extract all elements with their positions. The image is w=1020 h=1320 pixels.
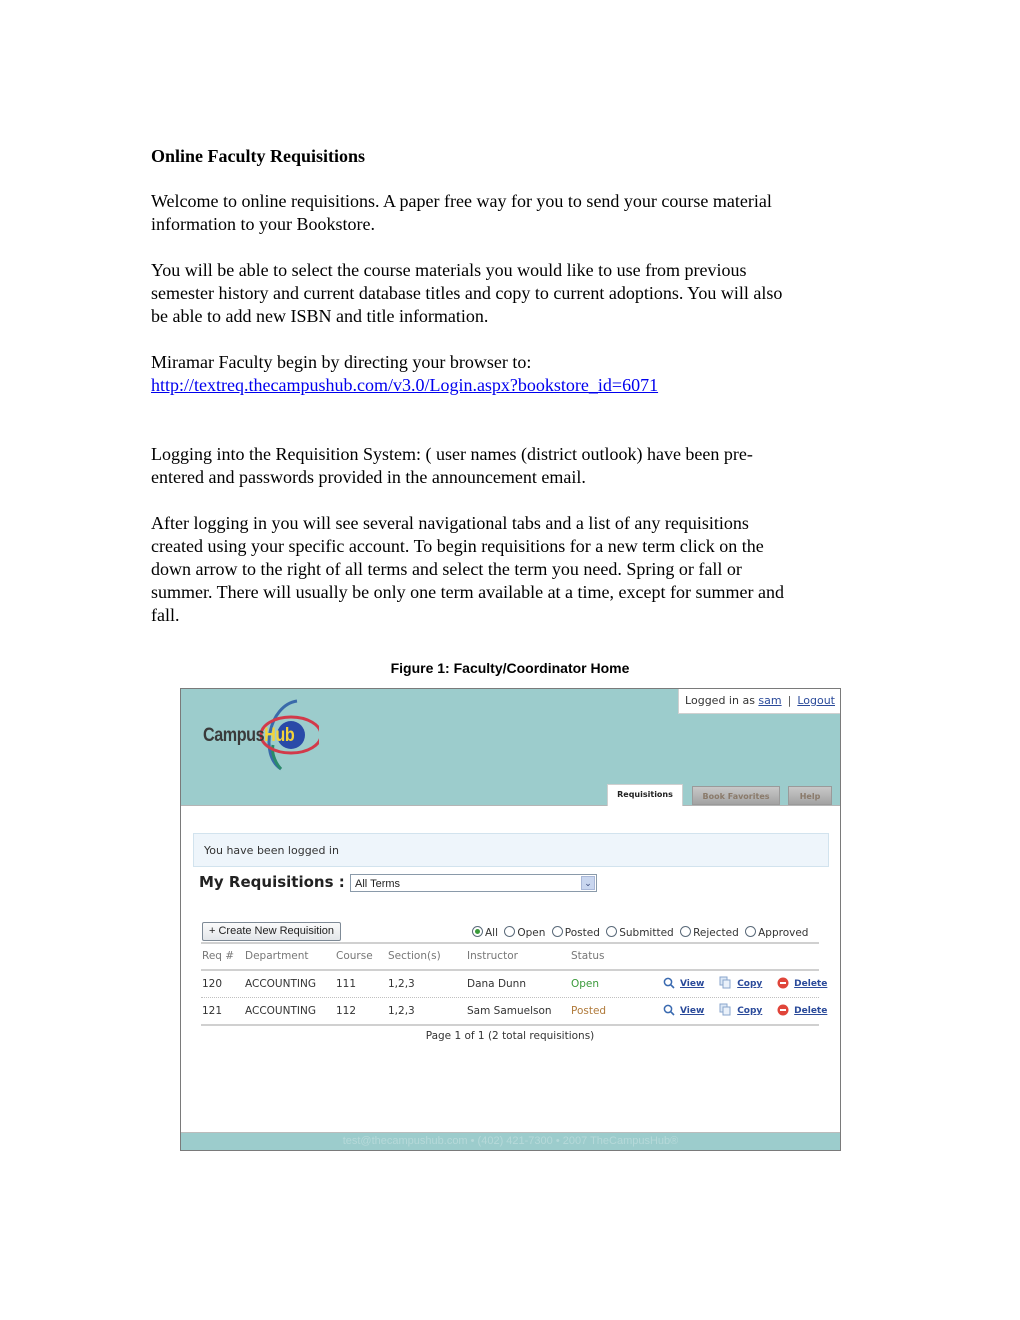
- term-select-value: All Terms: [355, 878, 401, 890]
- filter-approved-radio[interactable]: [745, 926, 757, 937]
- text-line: Logging into the Requisition System: ( u…: [151, 444, 753, 464]
- tab-book-favorites[interactable]: Book Favorites: [692, 786, 780, 805]
- view-link[interactable]: View: [680, 1006, 704, 1016]
- delete-link[interactable]: Delete: [794, 979, 827, 989]
- filter-posted-label: Posted: [564, 927, 600, 939]
- text-line: created using your specific account. To …: [151, 536, 764, 556]
- table-header-row: Req # Department Course Section(s) Instr…: [201, 944, 819, 971]
- filter-submitted-radio[interactable]: [606, 926, 618, 937]
- filter-rejected-label: Rejected: [693, 927, 739, 939]
- row-actions: View Copy Delete: [663, 998, 839, 1024]
- requisitions-table: Req # Department Course Section(s) Instr…: [201, 942, 827, 1042]
- logo-hub: Hub: [264, 725, 295, 746]
- login-status: Logged in as sam | Logout: [678, 689, 840, 714]
- cell-instructor: Dana Dunn: [467, 978, 526, 990]
- text-line: semester history and current database ti…: [151, 283, 783, 303]
- table-row: 120 ACCOUNTING 111 1,2,3 Dana Dunn Open …: [201, 971, 827, 998]
- term-select[interactable]: All Terms ⌄: [350, 874, 597, 892]
- after-login-paragraph: After logging in you will see several na…: [151, 512, 871, 627]
- document-title: Online Faculty Requisitions: [151, 146, 366, 166]
- text-line: summer. There will usually be only one t…: [151, 582, 784, 602]
- status-message: You have been logged in: [193, 833, 829, 867]
- status-badge: Open: [571, 978, 600, 990]
- chevron-down-icon[interactable]: ⌄: [581, 876, 595, 890]
- cell-department: ACCOUNTING: [245, 978, 316, 990]
- cell-course: 112: [336, 1005, 357, 1017]
- copy-icon[interactable]: [719, 976, 732, 989]
- magnifier-icon[interactable]: [663, 977, 675, 989]
- username-link[interactable]: sam: [758, 694, 781, 707]
- filter-open-label: Open: [517, 927, 546, 939]
- login-paragraph: Logging into the Requisition System: ( u…: [151, 443, 871, 489]
- login-url-link[interactable]: http://textreq.thecampushub.com/v3.0/Log…: [151, 375, 658, 395]
- filter-approved-label: Approved: [758, 927, 809, 939]
- status-filter: All Open Posted Submitted Rejected Appro…: [469, 926, 808, 939]
- text-line: Miramar Faculty begin by directing your …: [151, 352, 532, 372]
- site-header: CampusHub Logged in as sam | Logout Requis…: [181, 689, 840, 806]
- view-link[interactable]: View: [680, 979, 704, 989]
- filter-submitted-label: Submitted: [619, 927, 674, 939]
- cell-course: 111: [336, 978, 357, 990]
- magnifier-icon[interactable]: [663, 1004, 675, 1016]
- select-paragraph: You will be able to select the course ma…: [151, 259, 871, 328]
- copy-link[interactable]: Copy: [737, 1006, 762, 1016]
- header-department: Department: [245, 950, 309, 962]
- delete-icon[interactable]: [777, 977, 789, 989]
- filter-rejected-radio[interactable]: [680, 926, 692, 937]
- text-line: After logging in you will see several na…: [151, 513, 749, 533]
- logo-campus: Campus: [203, 725, 265, 746]
- cell-req: 120: [202, 978, 223, 990]
- cell-department: ACCOUNTING: [245, 1005, 316, 1017]
- logged-in-label: Logged in as: [685, 694, 755, 707]
- header-course: Course: [336, 950, 373, 962]
- cell-req: 121: [202, 1005, 223, 1017]
- table-row: 121 ACCOUNTING 112 1,2,3 Sam Samuelson P…: [201, 998, 827, 1026]
- site-footer: test@thecampushub.com • (402) 421-7300 •…: [181, 1132, 840, 1150]
- header-req: Req #: [202, 950, 235, 962]
- text-line: You will be able to select the course ma…: [151, 260, 747, 280]
- tab-help[interactable]: Help: [788, 786, 832, 805]
- filter-all-label: All: [485, 927, 499, 939]
- separator: |: [787, 694, 792, 707]
- text-line: entered and passwords provided in the an…: [151, 467, 586, 487]
- text-line: Welcome to online requisitions. A paper …: [151, 191, 772, 211]
- copy-link[interactable]: Copy: [737, 979, 762, 989]
- campushub-logo: CampusHub: [199, 695, 323, 775]
- create-new-requisition-button[interactable]: + Create New Requisition: [202, 922, 342, 941]
- status-badge: Posted: [571, 1005, 607, 1017]
- logout-link[interactable]: Logout: [797, 694, 835, 707]
- cell-instructor: Sam Samuelson: [467, 1005, 552, 1017]
- welcome-paragraph: Welcome to online requisitions. A paper …: [151, 190, 871, 236]
- text-line: information to your Bookstore.: [151, 214, 375, 234]
- text-line: down arrow to the right of all terms and…: [151, 559, 742, 579]
- delete-link[interactable]: Delete: [794, 1006, 827, 1016]
- miramar-paragraph: Miramar Faculty begin by directing your …: [151, 351, 871, 397]
- cell-sections: 1,2,3: [388, 1005, 415, 1017]
- text-line: fall.: [151, 605, 180, 625]
- row-actions: View Copy Delete: [663, 971, 839, 997]
- tab-requisitions[interactable]: Requisitions: [607, 784, 683, 806]
- pagination-summary: Page 1 of 1 (2 total requisitions): [425, 1030, 595, 1042]
- filter-all-radio[interactable]: [472, 926, 483, 937]
- cell-sections: 1,2,3: [388, 978, 415, 990]
- figure-caption: Figure 1: Faculty/Coordinator Home: [390, 660, 630, 676]
- filter-posted-radio[interactable]: [551, 926, 563, 937]
- faculty-home-screenshot: CampusHub Logged in as sam | Logout Requis…: [180, 688, 841, 1151]
- my-requisitions-heading: My Requisitions :: [199, 873, 345, 891]
- header-instructor: Instructor: [467, 950, 518, 962]
- header-status: Status: [571, 950, 605, 962]
- copy-icon[interactable]: [719, 1003, 732, 1016]
- delete-icon[interactable]: [777, 1004, 789, 1016]
- filter-open-radio[interactable]: [504, 926, 516, 937]
- logo-text: CampusHub: [203, 725, 295, 747]
- text-line: be able to add new ISBN and title inform…: [151, 306, 489, 326]
- header-sections: Section(s): [388, 950, 441, 962]
